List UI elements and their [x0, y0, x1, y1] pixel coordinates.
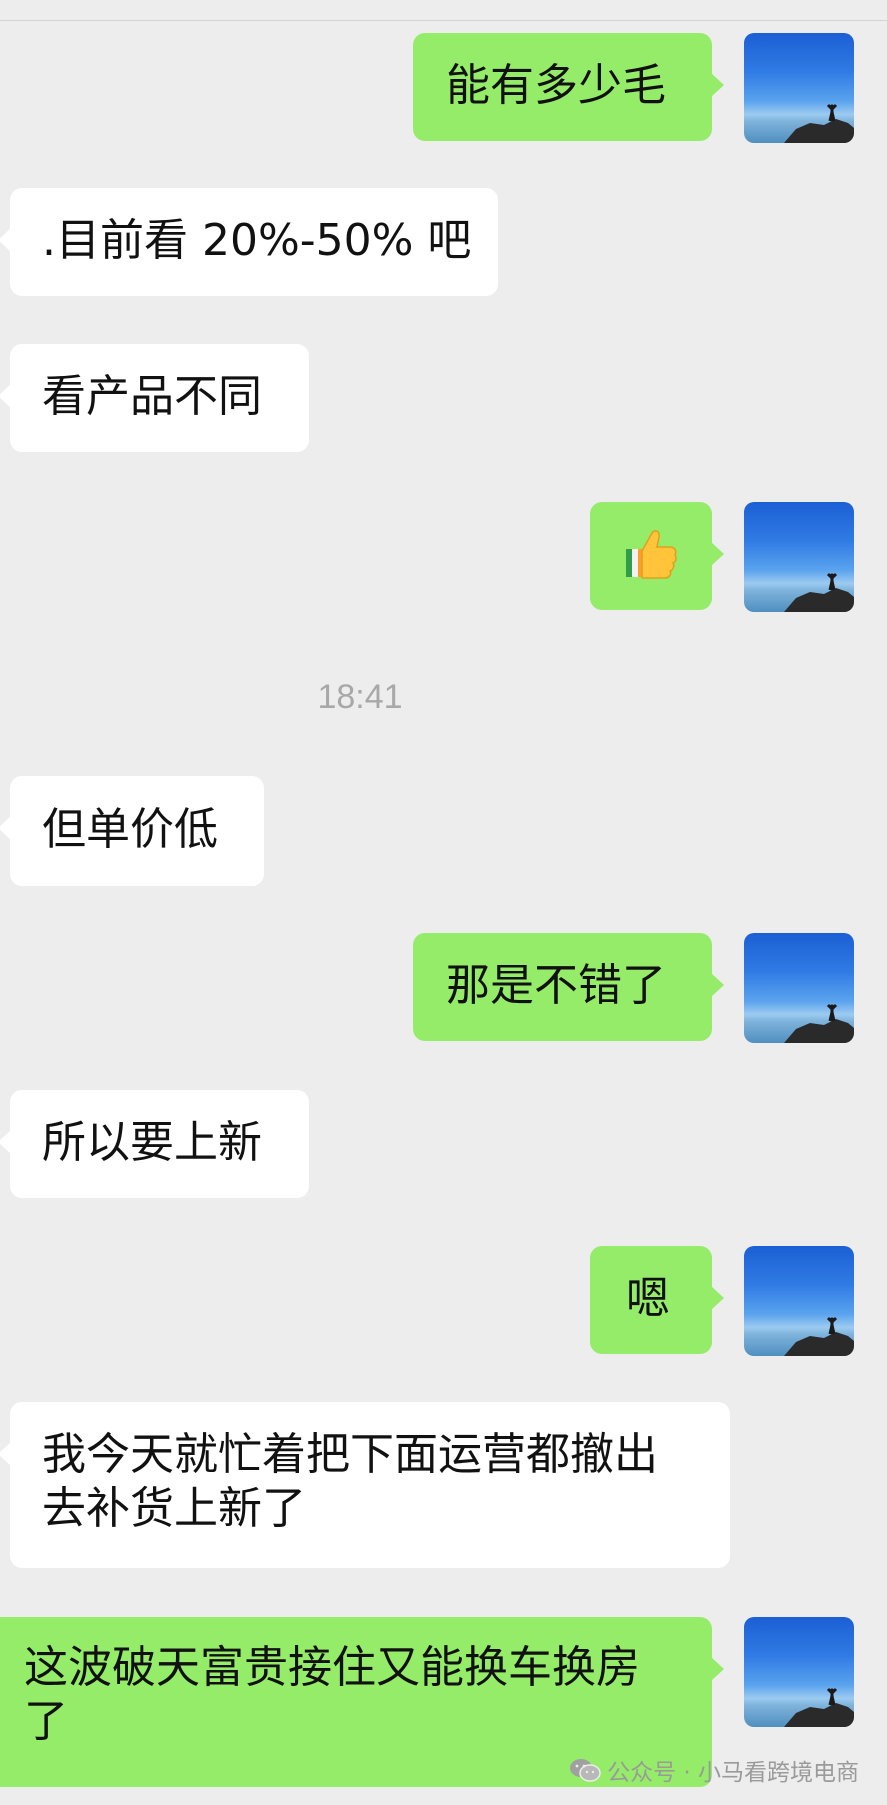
message-text: .目前看 20%-50% 吧: [42, 215, 472, 266]
timestamp-divider: 18:41: [317, 678, 403, 716]
message-bubble-outgoing[interactable]: 嗯: [590, 1246, 724, 1354]
message-bubble-incoming[interactable]: 我今天就忙着把下面运营都撤出 去补货上新了: [0, 1402, 730, 1568]
avatar-image: [784, 103, 854, 143]
message-text: 但单价低: [42, 804, 218, 855]
thumbs-up-icon: [626, 530, 677, 579]
message-text-line: 我今天就忙着把下面运营都撤出: [42, 1429, 658, 1480]
message-text: 嗯: [626, 1273, 670, 1324]
message-bubble-incoming[interactable]: 所以要上新: [0, 1090, 309, 1198]
message-text: 那是不错了: [446, 960, 666, 1011]
message-text-line: 了: [24, 1696, 68, 1747]
avatar[interactable]: [744, 502, 854, 612]
avatar[interactable]: [744, 1617, 854, 1727]
wechat-icon: [570, 1759, 601, 1782]
message-text-line: 去补货上新了: [42, 1483, 306, 1534]
message-text: 看产品不同: [42, 371, 262, 422]
message-text: 所以要上新: [42, 1117, 262, 1168]
avatar-image: [784, 1003, 854, 1043]
avatar-image: [784, 1316, 854, 1356]
top-divider: [0, 20, 887, 21]
avatar[interactable]: [744, 33, 854, 143]
message-bubble-incoming[interactable]: 看产品不同: [0, 344, 309, 452]
message-bubble-outgoing[interactable]: [590, 502, 724, 610]
message-text: 能有多少毛: [446, 60, 666, 111]
watermark: 公众号 · 小马看跨境电商: [569, 1753, 859, 1787]
message-bubble-incoming[interactable]: .目前看 20%-50% 吧: [0, 188, 498, 296]
message-bubble-outgoing[interactable]: 能有多少毛: [413, 33, 724, 141]
avatar-image: [784, 1687, 854, 1727]
avatar-image: [784, 572, 854, 612]
message-bubble-incoming[interactable]: 但单价低: [0, 776, 264, 886]
message-bubble-outgoing[interactable]: 那是不错了: [413, 933, 724, 1041]
avatar[interactable]: [744, 1246, 854, 1356]
watermark-text: 公众号 · 小马看跨境电商: [607, 1760, 859, 1786]
message-text-line: 这波破天富贵接住又能换车换房: [24, 1642, 640, 1693]
avatar[interactable]: [744, 933, 854, 1043]
